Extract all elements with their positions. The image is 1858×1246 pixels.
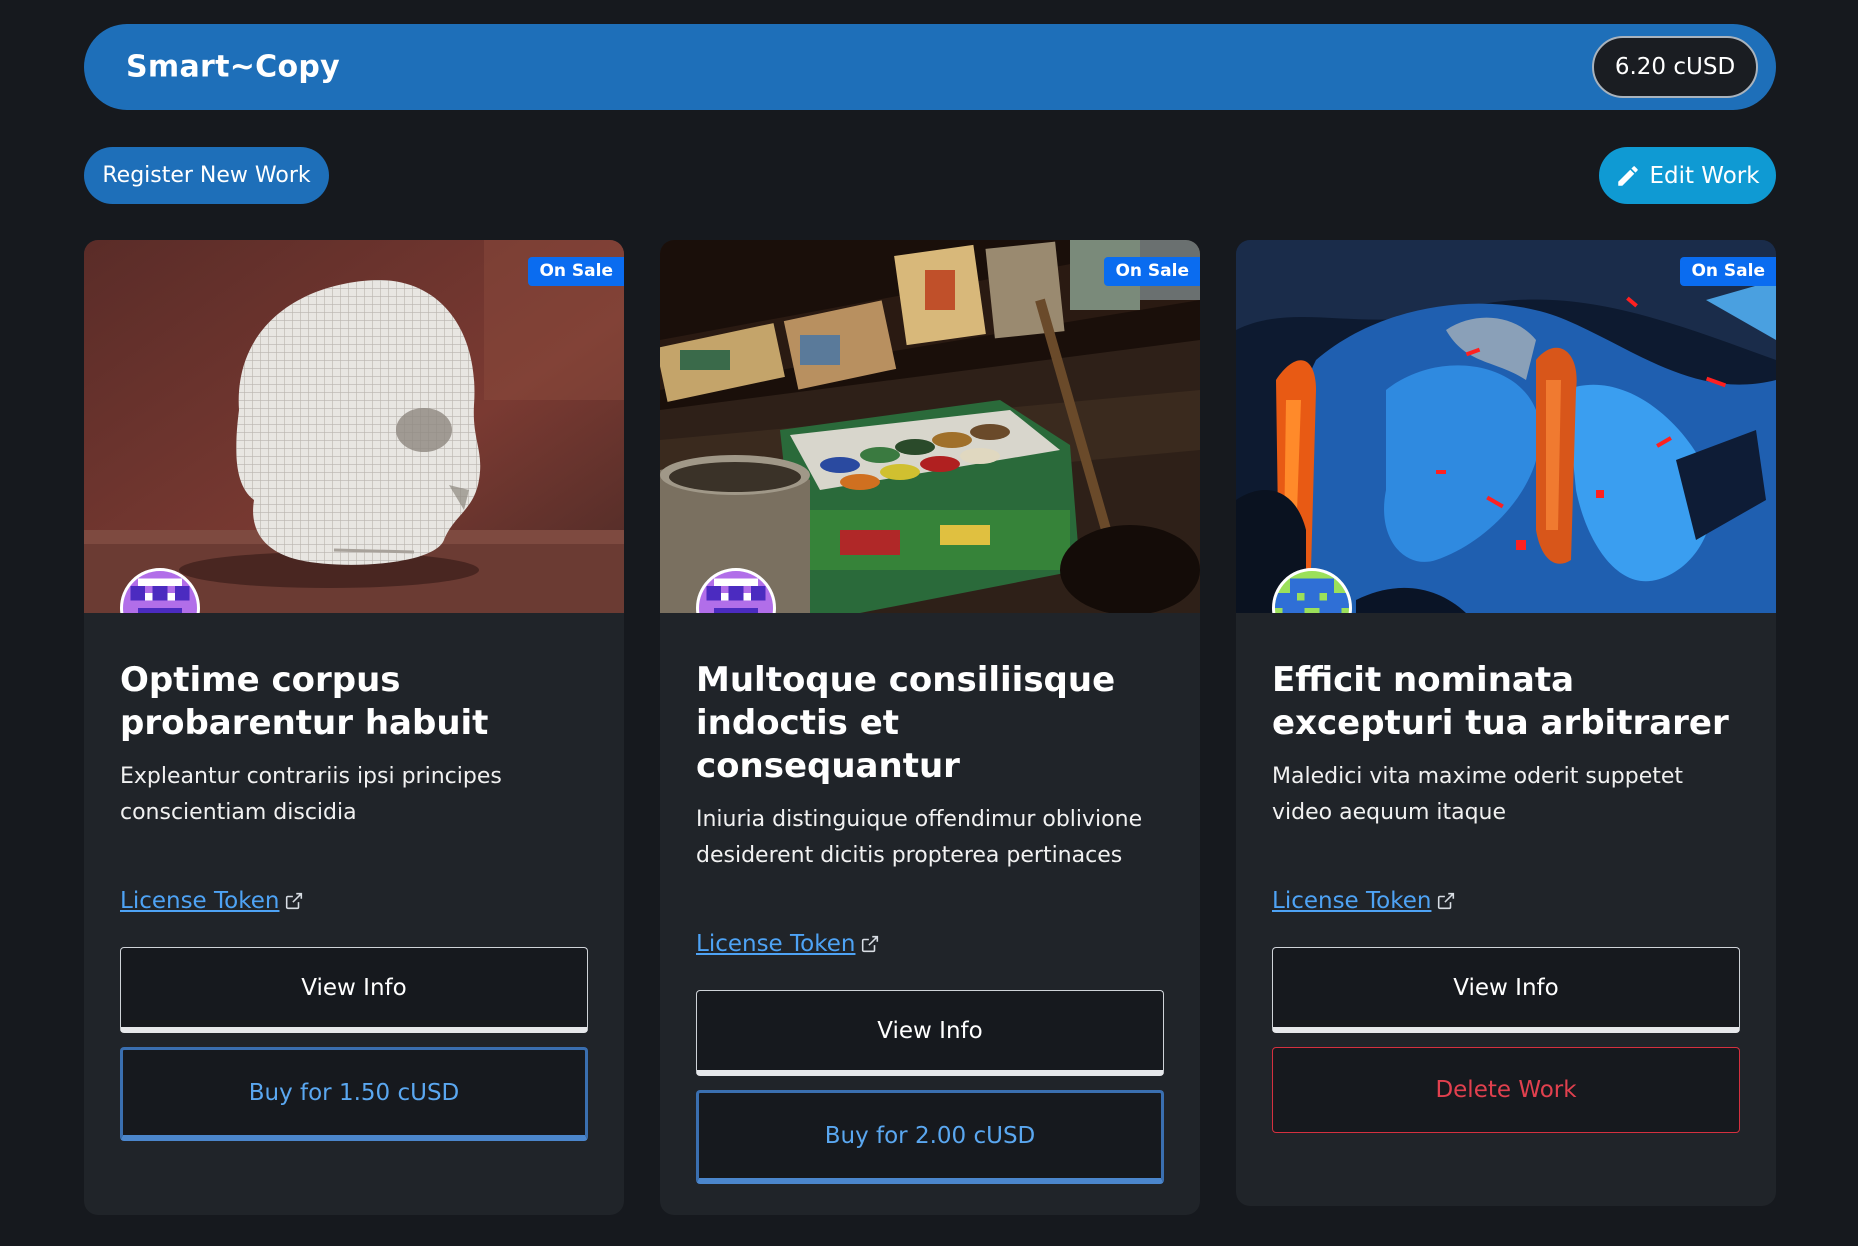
work-card: On Sale Efficit nominata excepturi tua a…: [1236, 240, 1776, 1206]
watercolor-palette-image: [660, 240, 1200, 613]
work-image: On Sale: [1236, 240, 1776, 613]
card-body: Optime corpus probarentur habuit Explean…: [84, 659, 624, 1141]
license-token-link[interactable]: License Token: [696, 924, 1164, 964]
buy-button[interactable]: Buy for 1.50 cUSD: [120, 1047, 588, 1141]
card-body: Multoque consiliisque indoctis et conseq…: [660, 659, 1200, 1184]
work-description: Expleantur contrariis ipsi principes con…: [120, 764, 502, 825]
on-sale-badge: On Sale: [1104, 257, 1200, 286]
work-description: Maledici vita maxime oderit suppetet vid…: [1272, 764, 1684, 825]
edit-work-label: Edit Work: [1649, 162, 1760, 189]
edit-work-button[interactable]: Edit Work: [1599, 147, 1776, 204]
register-new-work-button[interactable]: Register New Work: [84, 147, 329, 204]
work-title: Multoque consiliisque indoctis et conseq…: [696, 660, 1116, 786]
license-token-label: License Token: [696, 931, 856, 957]
work-card: On Sale Multoque consiliisque indoctis e…: [660, 240, 1200, 1215]
work-image: On Sale: [660, 240, 1200, 613]
navbar: Smart~Copy 6.20 cUSD: [84, 24, 1776, 110]
view-info-button[interactable]: View Info: [696, 990, 1164, 1076]
external-link-icon: [286, 892, 303, 910]
view-info-button[interactable]: View Info: [1272, 947, 1740, 1033]
buy-button[interactable]: Buy for 2.00 cUSD: [696, 1090, 1164, 1184]
work-title: Efficit nominata excepturi tua arbitrare…: [1272, 660, 1729, 743]
brand-title[interactable]: Smart~Copy: [126, 50, 340, 85]
license-token-link[interactable]: License Token: [1272, 881, 1740, 921]
work-title: Optime corpus probarentur habuit: [120, 660, 489, 743]
work-description: Iniuria distinguique offendimur oblivion…: [696, 807, 1143, 868]
license-token-label: License Token: [1272, 888, 1432, 914]
external-link-icon: [1438, 892, 1455, 910]
external-link-icon: [862, 935, 879, 953]
on-sale-badge: On Sale: [1680, 257, 1776, 286]
on-sale-badge: On Sale: [528, 257, 624, 286]
abstract-painting-image: [1236, 240, 1776, 613]
work-image: On Sale: [84, 240, 624, 613]
license-token-label: License Token: [120, 888, 280, 914]
balance-badge: 6.20 cUSD: [1592, 36, 1758, 98]
delete-work-button[interactable]: Delete Work: [1272, 1047, 1740, 1133]
app-root: Smart~Copy 6.20 cUSD Register New Work E…: [0, 0, 1858, 1246]
card-body: Efficit nominata excepturi tua arbitrare…: [1236, 659, 1776, 1133]
work-card: On Sale Optime corpus probarentur habuit…: [84, 240, 624, 1215]
license-token-link[interactable]: License Token: [120, 881, 588, 921]
view-info-button[interactable]: View Info: [120, 947, 588, 1033]
skull-sculpture-image: [84, 240, 624, 613]
pencil-icon: [1618, 165, 1639, 186]
